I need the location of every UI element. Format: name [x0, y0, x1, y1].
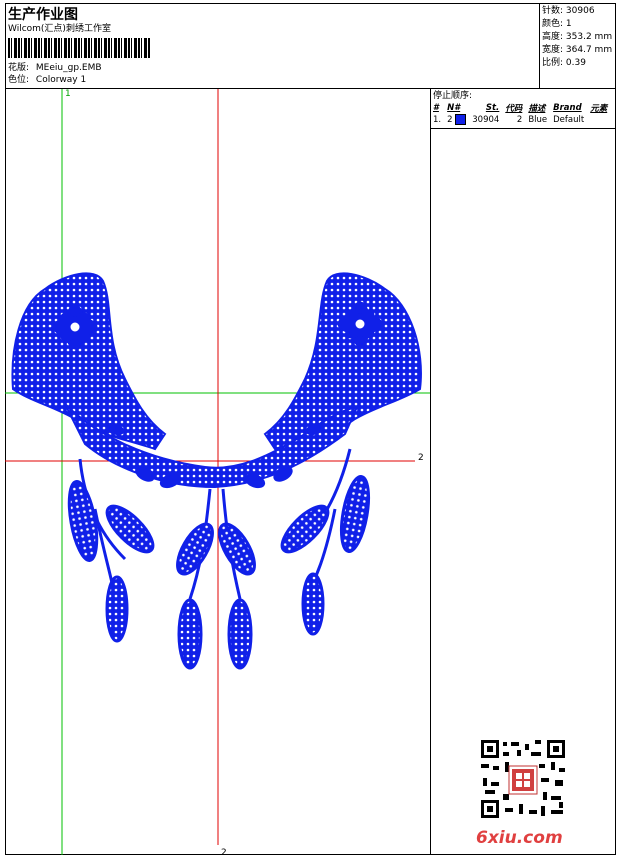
stat-row: 颜色: 1	[542, 19, 572, 29]
red-guide-label-v: 2	[221, 848, 227, 858]
stops-table-wrap: # N# St. 代码 描述 Brand 元素 1. 2 30904 2 Blu…	[430, 102, 610, 125]
stats-divider	[539, 3, 540, 89]
watermark-text: 6xiu.com	[476, 828, 563, 848]
stat-row: 宽度: 364.7 mm	[542, 45, 613, 55]
design-label: 花版:	[8, 63, 30, 73]
green-guide-label: 1	[65, 89, 71, 99]
design-file: MEeiu_gp.EMB	[35, 63, 102, 73]
qr-code-icon	[479, 738, 567, 820]
design-row: 花版: MEeiu_gp.EMB	[8, 62, 102, 74]
colorway-value: Colorway 1	[35, 75, 87, 85]
page-title: 生产作业图	[8, 7, 78, 23]
panel-divider	[430, 88, 431, 855]
table-row: 1. 2 30904 2 Blue Default	[433, 114, 585, 125]
stat-row: 比例: 0.39	[542, 58, 586, 68]
embroidery-design	[11, 272, 422, 670]
red-guide-label-h: 2	[418, 453, 424, 463]
company-name: Wilcom(汇点)刺绣工作室	[8, 24, 111, 34]
panel-header-divider	[430, 128, 616, 129]
colorway-row: 色位: Colorway 1	[8, 74, 86, 86]
stat-row: 高度: 353.2 mm	[542, 32, 613, 42]
embroidery-canvas	[5, 89, 430, 855]
stat-row: 针数: 30906	[542, 6, 595, 16]
stops-table: # N# St. 代码 描述 Brand 元素 1. 2 30904 2 Blu…	[430, 102, 610, 125]
color-swatch	[455, 114, 467, 125]
stats-panel: 针数: 30906 颜色: 1 高度: 353.2 mm 宽度: 364.7 m…	[542, 5, 612, 70]
stops-header-row: # N# St. 代码 描述 Brand 元素	[433, 103, 608, 114]
stops-heading: 停止顺序:	[433, 91, 473, 101]
barcode	[8, 38, 150, 58]
colorway-label: 色位:	[8, 75, 30, 85]
